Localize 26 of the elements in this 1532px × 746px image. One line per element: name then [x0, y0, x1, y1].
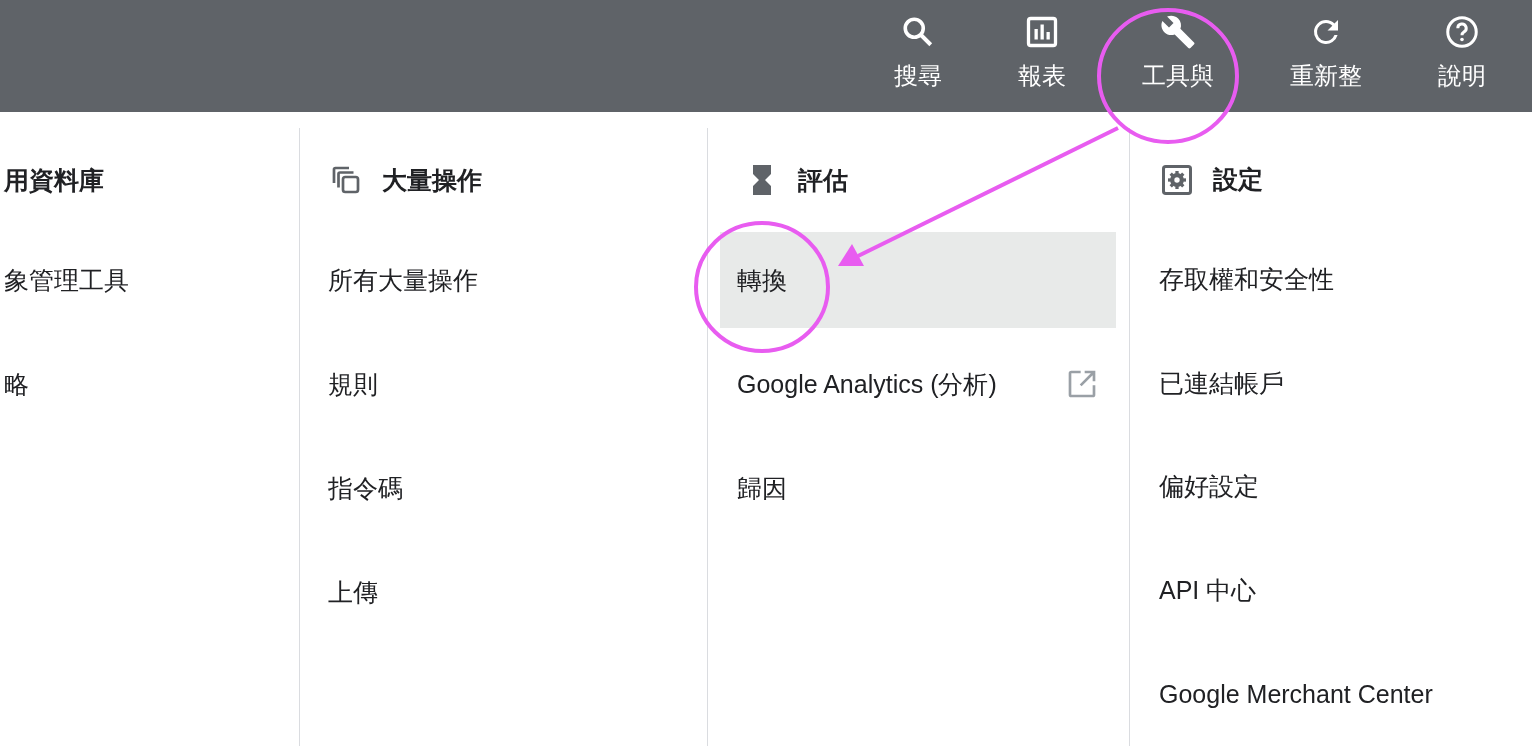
menu-item[interactable]: 所有大量操作	[328, 232, 707, 328]
toolbar-button[interactable]: 重新整	[1252, 0, 1400, 112]
section-title: 評估	[798, 164, 848, 196]
menu-item[interactable]: 略	[4, 336, 299, 432]
menu-item[interactable]: 存取權和安全性	[1159, 231, 1532, 328]
bar-chart-icon	[1024, 14, 1060, 50]
menu-item[interactable]: 指令碼	[328, 440, 707, 536]
menu-item[interactable]: 偏好設定	[1159, 439, 1532, 535]
menu-item[interactable]: 轉換	[720, 232, 1116, 328]
toolbar-button[interactable]: 工具與	[1104, 0, 1252, 112]
menu-item[interactable]: 歸因	[720, 440, 1116, 536]
toolbar-button[interactable]: 報表	[980, 0, 1104, 112]
menu-item[interactable]: Google Analytics (分析)	[720, 336, 1116, 432]
menu-item[interactable]: Google Merchant Center	[1159, 646, 1532, 743]
toolbar-button[interactable]: 說明	[1400, 0, 1524, 112]
section-title: 大量操作	[382, 164, 482, 196]
menu-item[interactable]: 上傳	[328, 544, 707, 640]
menu-item[interactable]: 規則	[328, 336, 707, 432]
section-title: 用資料庫	[4, 164, 104, 196]
help-icon	[1444, 14, 1480, 50]
wrench-icon	[1160, 14, 1196, 50]
toolbar-button[interactable]: 搜尋	[856, 0, 980, 112]
menu-item[interactable]: API 中心	[1159, 542, 1532, 639]
menu-item[interactable]: 象管理工具	[4, 232, 299, 328]
menu-item[interactable]: 已連結帳戶	[1159, 335, 1532, 431]
section-title: 設定	[1213, 164, 1263, 196]
